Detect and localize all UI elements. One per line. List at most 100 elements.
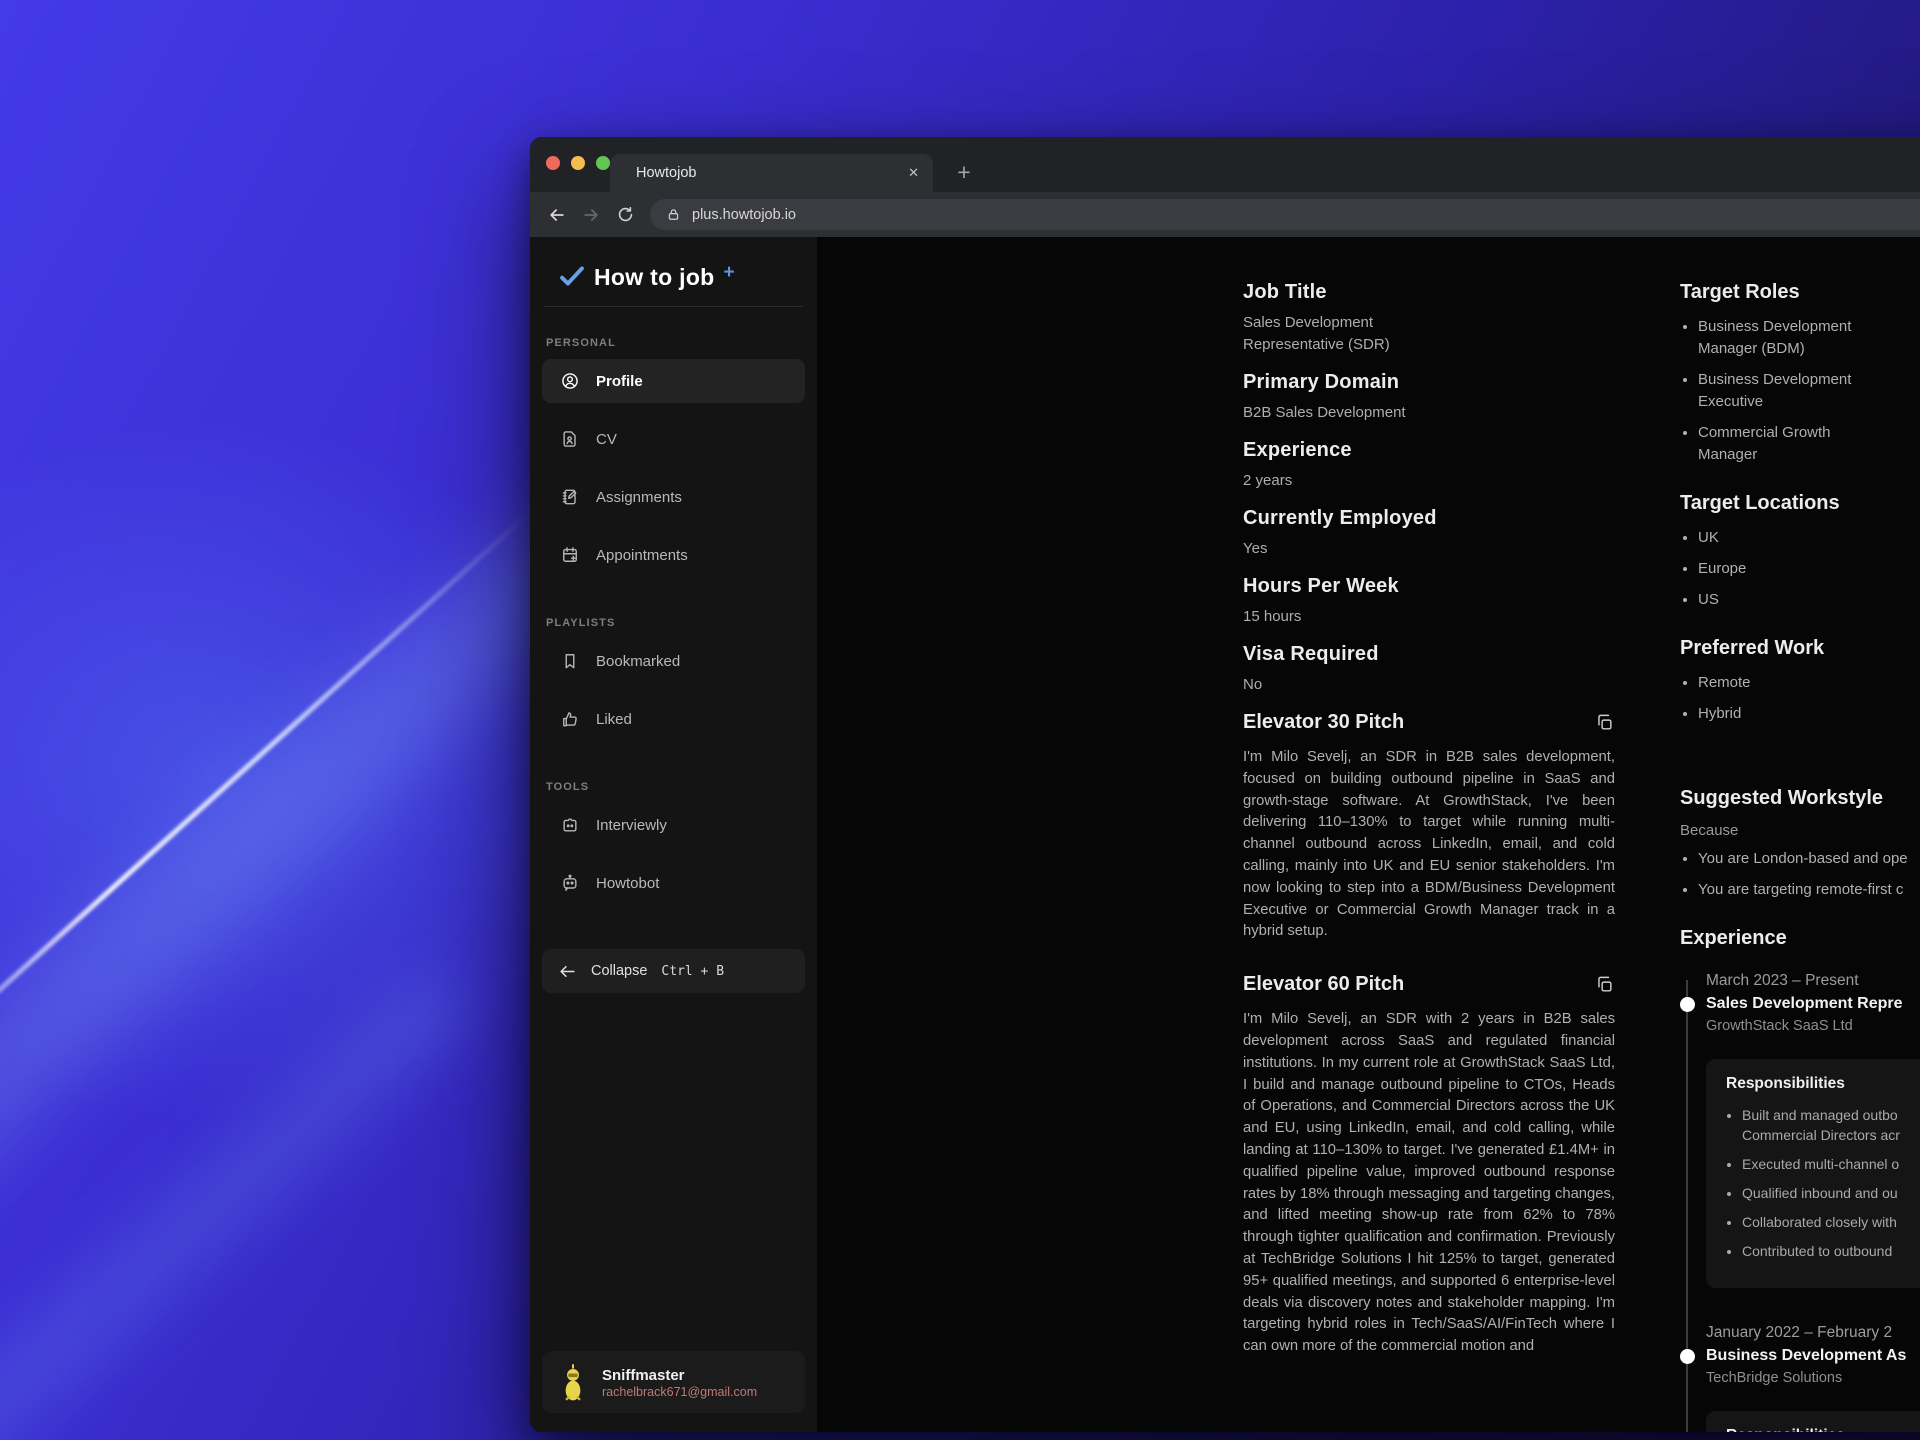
tab-close-icon[interactable]: ✕ xyxy=(908,165,919,181)
pitch-title: Elevator 60 Pitch xyxy=(1243,973,1404,996)
copy-elevator-60-button[interactable] xyxy=(1593,974,1615,996)
target-locations-list: UK Europe US xyxy=(1680,527,1920,611)
section-label-playlists: PLAYLISTS xyxy=(530,617,817,629)
sidebar-item-appointments[interactable]: Appointments xyxy=(542,533,805,577)
field-label: Experience xyxy=(1243,439,1615,462)
target-roles-list: Business Development Manager (BDM) Busin… xyxy=(1680,316,1920,466)
reload-icon xyxy=(616,205,635,224)
url-bar[interactable]: plus.howtojob.io xyxy=(650,199,1920,230)
sidebar-item-label: Howtobot xyxy=(596,875,659,892)
list-item: Built and managed outbo Commercial Direc… xyxy=(1742,1105,1920,1145)
sidebar-item-profile[interactable]: Profile xyxy=(542,359,805,403)
user-info: Sniffmaster rachelbrack671@gmail.com xyxy=(602,1366,757,1399)
user-account-card[interactable]: Sniffmaster rachelbrack671@gmail.com xyxy=(542,1351,805,1413)
field-currently-employed: Currently Employed Yes xyxy=(1243,507,1615,560)
new-tab-button[interactable]: + xyxy=(947,155,981,189)
field-label: Visa Required xyxy=(1243,643,1615,666)
collapse-label: Collapse xyxy=(591,963,647,979)
tab-title: Howtojob xyxy=(636,165,908,181)
url-text: plus.howtojob.io xyxy=(692,207,796,223)
collapse-sidebar-button[interactable]: Collapse Ctrl + B xyxy=(542,949,805,993)
appointments-calendar-icon xyxy=(560,545,580,565)
sidebar-item-assignments[interactable]: Assignments xyxy=(542,475,805,519)
field-visa-required: Visa Required No xyxy=(1243,643,1615,696)
timeline-line xyxy=(1686,980,1688,1432)
sidebar-divider xyxy=(544,306,803,307)
profile-details-column: Job Title Sales Development Representati… xyxy=(1243,281,1615,1358)
back-button[interactable] xyxy=(540,198,574,232)
logo-check-icon xyxy=(558,262,586,290)
field-label: Primary Domain xyxy=(1243,371,1615,394)
arrow-left-icon xyxy=(558,962,577,981)
timeline-dot xyxy=(1680,1349,1695,1364)
user-email: rachelbrack671@gmail.com xyxy=(602,1385,757,1399)
job-company: TechBridge Solutions xyxy=(1706,1370,1920,1386)
list-item: US xyxy=(1698,589,1920,611)
field-value: Sales Development Representative (SDR) xyxy=(1243,312,1615,356)
forward-button[interactable] xyxy=(574,198,608,232)
elevator-60-pitch-section: Elevator 60 Pitch I'm Milo Sevelj, an SD… xyxy=(1243,973,1615,1358)
field-hours-per-week: Hours Per Week 15 hours xyxy=(1243,575,1615,628)
section-label-tools: TOOLS xyxy=(530,781,817,793)
copy-icon xyxy=(1595,975,1614,994)
logo-text: How to job xyxy=(594,262,715,292)
sidebar-item-howtobot[interactable]: Howtobot xyxy=(542,861,805,905)
copy-elevator-30-button[interactable] xyxy=(1593,712,1615,734)
field-label: Currently Employed xyxy=(1243,507,1615,530)
list-item: You are targeting remote-first c xyxy=(1698,879,1920,901)
minimize-window-button[interactable] xyxy=(571,156,585,170)
reload-button[interactable] xyxy=(608,198,642,232)
sidebar-item-label: Liked xyxy=(596,711,632,728)
avatar xyxy=(556,1362,590,1402)
job-title: Sales Development Repre xyxy=(1706,995,1920,1013)
list-item: You are London-based and ope xyxy=(1698,848,1920,870)
job-title: Business Development As xyxy=(1706,1347,1920,1365)
targets-panel: Target Roles Business Development Manage… xyxy=(1680,281,1920,1432)
workstyle-intro: Because xyxy=(1680,822,1920,839)
pitch-header: Elevator 30 Pitch xyxy=(1243,711,1615,734)
responsibilities-card: Responsibilities Built and managed outbo… xyxy=(1706,1059,1920,1288)
sidebar-item-interviewly[interactable]: Interviewly xyxy=(542,803,805,847)
list-item: Europe xyxy=(1698,558,1920,580)
sidebar-item-label: CV xyxy=(596,431,617,448)
field-value: Yes xyxy=(1243,538,1615,560)
field-value: No xyxy=(1243,674,1615,696)
list-item: Executed multi-channel o xyxy=(1742,1154,1920,1174)
sidebar-item-liked[interactable]: Liked xyxy=(542,697,805,741)
forward-arrow-icon xyxy=(581,205,601,225)
app-logo[interactable]: How to job + xyxy=(530,237,817,292)
logo-plus-icon: + xyxy=(724,258,735,288)
list-item: Collaborated closely with xyxy=(1742,1212,1920,1232)
field-job-title: Job Title Sales Development Representati… xyxy=(1243,281,1615,356)
list-item: UK xyxy=(1698,527,1920,549)
section-label-personal: PERSONAL xyxy=(530,337,817,349)
sidebar-item-cv[interactable]: CV xyxy=(542,417,805,461)
user-circle-icon xyxy=(560,371,580,391)
elevator-30-pitch-section: Elevator 30 Pitch I'm Milo Sevelj, an SD… xyxy=(1243,711,1615,943)
browser-tab[interactable]: Howtojob ✕ xyxy=(610,154,933,192)
list-item: Qualified inbound and ou xyxy=(1742,1183,1920,1203)
list-item: Business Development Manager (BDM) xyxy=(1698,316,1920,360)
job-dates: March 2023 – Present xyxy=(1706,972,1920,990)
browser-toolbar: plus.howtojob.io xyxy=(530,192,1920,237)
close-window-button[interactable] xyxy=(546,156,560,170)
sidebar-item-bookmarked[interactable]: Bookmarked xyxy=(542,639,805,683)
preferred-work-heading: Preferred Work xyxy=(1680,637,1920,660)
cv-document-icon xyxy=(560,429,580,449)
suggested-workstyle-heading: Suggested Workstyle xyxy=(1680,787,1920,810)
field-experience: Experience 2 years xyxy=(1243,439,1615,492)
sidebar-item-label: Bookmarked xyxy=(596,653,680,670)
zoom-window-button[interactable] xyxy=(596,156,610,170)
bookmark-icon xyxy=(560,651,580,671)
page-content: How to job + PERSONAL Profile CV xyxy=(530,237,1920,1432)
sidebar-item-label: Interviewly xyxy=(596,817,667,834)
responsibilities-title: Responsibilities xyxy=(1726,1427,1920,1432)
experience-entry: March 2023 – Present Sales Development R… xyxy=(1706,972,1920,1288)
desktop-wallpaper: Howtojob ✕ + plus.howtojob.io xyxy=(0,0,1920,1440)
field-value: 2 years xyxy=(1243,470,1615,492)
lock-icon xyxy=(666,207,681,222)
workstyle-list: You are London-based and ope You are tar… xyxy=(1680,848,1920,901)
field-value: 15 hours xyxy=(1243,606,1615,628)
experience-heading: Experience xyxy=(1680,927,1920,950)
browser-window: Howtojob ✕ + plus.howtojob.io xyxy=(530,137,1920,1432)
